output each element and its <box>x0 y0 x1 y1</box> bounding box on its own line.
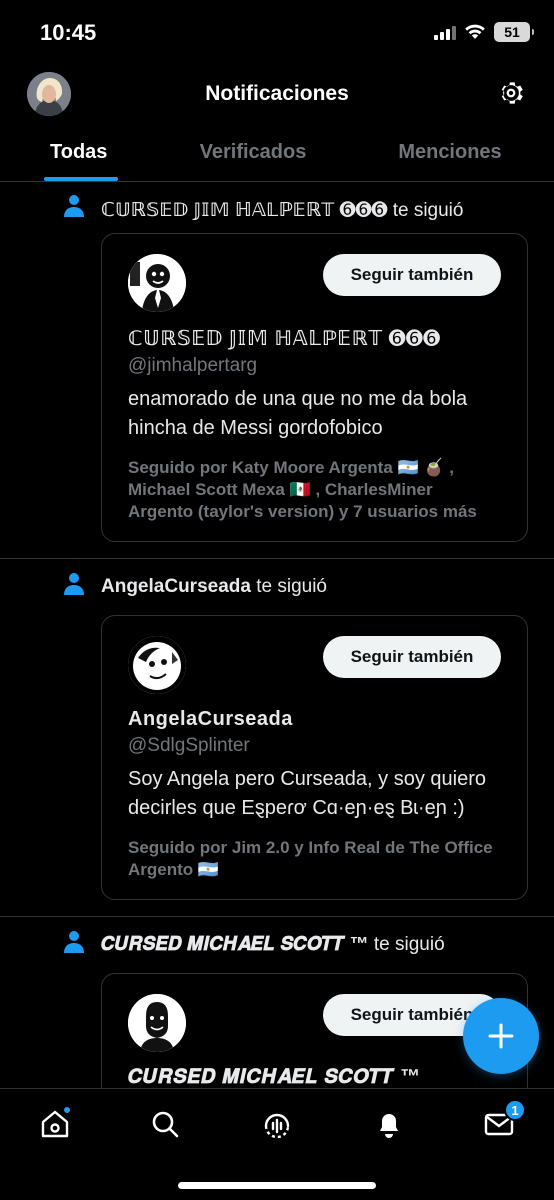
bottom-nav: 1 <box>0 1088 554 1200</box>
user-name[interactable]: AngelaCurseada <box>128 708 501 731</box>
person-icon <box>64 573 84 595</box>
status-time: 10:45 <box>40 20 97 45</box>
notification-action: te siguió <box>256 576 328 597</box>
search-icon <box>152 1111 179 1138</box>
spaces-icon <box>264 1113 290 1139</box>
status-bar: 10:45 51 <box>0 0 554 66</box>
nav-messages[interactable]: 1 <box>482 1099 526 1141</box>
notification-action: te siguió <box>392 200 464 221</box>
tab-todas[interactable]: Todas <box>0 126 160 181</box>
notifications-feed: ℂ𝕌ℝ𝕊𝔼𝔻 𝕁𝕀𝕄 ℍ𝔸𝕃ℙ𝔼ℝ𝕋 ➏➏➏ te siguió Seguir … <box>0 183 554 1088</box>
followed-by: Seguido por Katy Moore Argenta 🇦🇷 🧉 , Mi… <box>128 458 477 521</box>
user-avatar[interactable] <box>128 254 186 312</box>
notification-item[interactable]: 𝑪𝑼𝑹𝑺𝑬𝑫 𝑴𝑰𝑪𝑯𝑨𝑬𝑳 𝑺𝑪𝑶𝑻𝑻 ™ te siguió Seguir … <box>0 917 554 1088</box>
person-icon <box>64 931 84 953</box>
notifications-icon <box>380 1114 398 1138</box>
user-bio: Soy Angela pero Curseada, y soy quiero d… <box>128 768 486 819</box>
notification-text: ℂ𝕌ℝ𝕊𝔼𝔻 𝕁𝕀𝕄 ℍ𝔸𝕃ℙ𝔼ℝ𝕋 ➏➏➏ te siguió <box>101 199 463 222</box>
nav-notifications[interactable] <box>372 1107 406 1141</box>
notification-actor[interactable]: AngelaCurseada <box>101 576 251 597</box>
home-badge-dot <box>62 1105 72 1115</box>
page-title: Notificaciones <box>205 82 349 105</box>
plus-icon <box>488 1023 514 1049</box>
followed-by: Seguido por Jim 2.0 y Info Real de The O… <box>128 838 493 879</box>
user-name[interactable]: 𝑪𝑼𝑹𝑺𝑬𝑫 𝑴𝑰𝑪𝑯𝑨𝑬𝑳 𝑺𝑪𝑶𝑻𝑻 ™ <box>128 1066 501 1088</box>
wifi-icon <box>465 24 485 39</box>
header: Notificaciones <box>0 66 554 122</box>
nav-search[interactable] <box>148 1107 182 1141</box>
notification-item[interactable]: AngelaCurseada te siguió Seguir también … <box>0 559 554 917</box>
follow-back-button[interactable]: Seguir también <box>323 254 501 296</box>
user-bio: enamorado de una que no me da bola hinch… <box>128 388 468 439</box>
notification-item[interactable]: ℂ𝕌ℝ𝕊𝔼𝔻 𝕁𝕀𝕄 ℍ𝔸𝕃ℙ𝔼ℝ𝕋 ➏➏➏ te siguió Seguir … <box>0 183 554 559</box>
compose-button[interactable] <box>463 998 539 1074</box>
signal-icon <box>434 24 456 40</box>
notification-action: te siguió <box>373 934 445 955</box>
messages-badge: 1 <box>504 1099 526 1121</box>
notification-tabs: Todas Verificados Menciones <box>0 126 554 182</box>
notification-text: AngelaCurseada te siguió <box>101 576 327 598</box>
status-icons: 51 <box>434 22 534 42</box>
nav-home[interactable] <box>38 1105 72 1141</box>
tab-menciones[interactable]: Menciones <box>346 126 554 181</box>
person-icon <box>64 195 84 217</box>
notification-text: 𝑪𝑼𝑹𝑺𝑬𝑫 𝑴𝑰𝑪𝑯𝑨𝑬𝑳 𝑺𝑪𝑶𝑻𝑻 ™ te siguió <box>101 934 445 956</box>
user-avatar[interactable] <box>128 994 186 1052</box>
user-handle: @SdlgSplinter <box>128 735 250 756</box>
battery-icon: 51 <box>494 22 534 42</box>
home-indicator <box>178 1182 376 1189</box>
user-handle: @jimhalpertarg <box>128 355 258 376</box>
nav-spaces[interactable] <box>260 1107 294 1141</box>
tab-verificados[interactable]: Verificados <box>160 126 346 181</box>
user-card[interactable]: Seguir también ℂ𝕌ℝ𝕊𝔼𝔻 𝕁𝕀𝕄 ℍ𝔸𝕃ℙ𝔼ℝ𝕋 ➏➏➏ @j… <box>101 233 528 542</box>
follow-back-button[interactable]: Seguir también <box>323 636 501 678</box>
user-name[interactable]: ℂ𝕌ℝ𝕊𝔼𝔻 𝕁𝕀𝕄 ℍ𝔸𝕃ℙ𝔼ℝ𝕋 ➏➏➏ <box>128 326 501 351</box>
gear-icon[interactable] <box>496 78 526 108</box>
user-card[interactable]: Seguir también AngelaCurseada @SdlgSplin… <box>101 615 528 900</box>
notification-actor[interactable]: ℂ𝕌ℝ𝕊𝔼𝔻 𝕁𝕀𝕄 ℍ𝔸𝕃ℙ𝔼ℝ𝕋 ➏➏➏ <box>101 200 387 221</box>
user-avatar[interactable] <box>128 636 186 694</box>
notification-actor[interactable]: 𝑪𝑼𝑹𝑺𝑬𝑫 𝑴𝑰𝑪𝑯𝑨𝑬𝑳 𝑺𝑪𝑶𝑻𝑻 ™ <box>101 934 369 955</box>
